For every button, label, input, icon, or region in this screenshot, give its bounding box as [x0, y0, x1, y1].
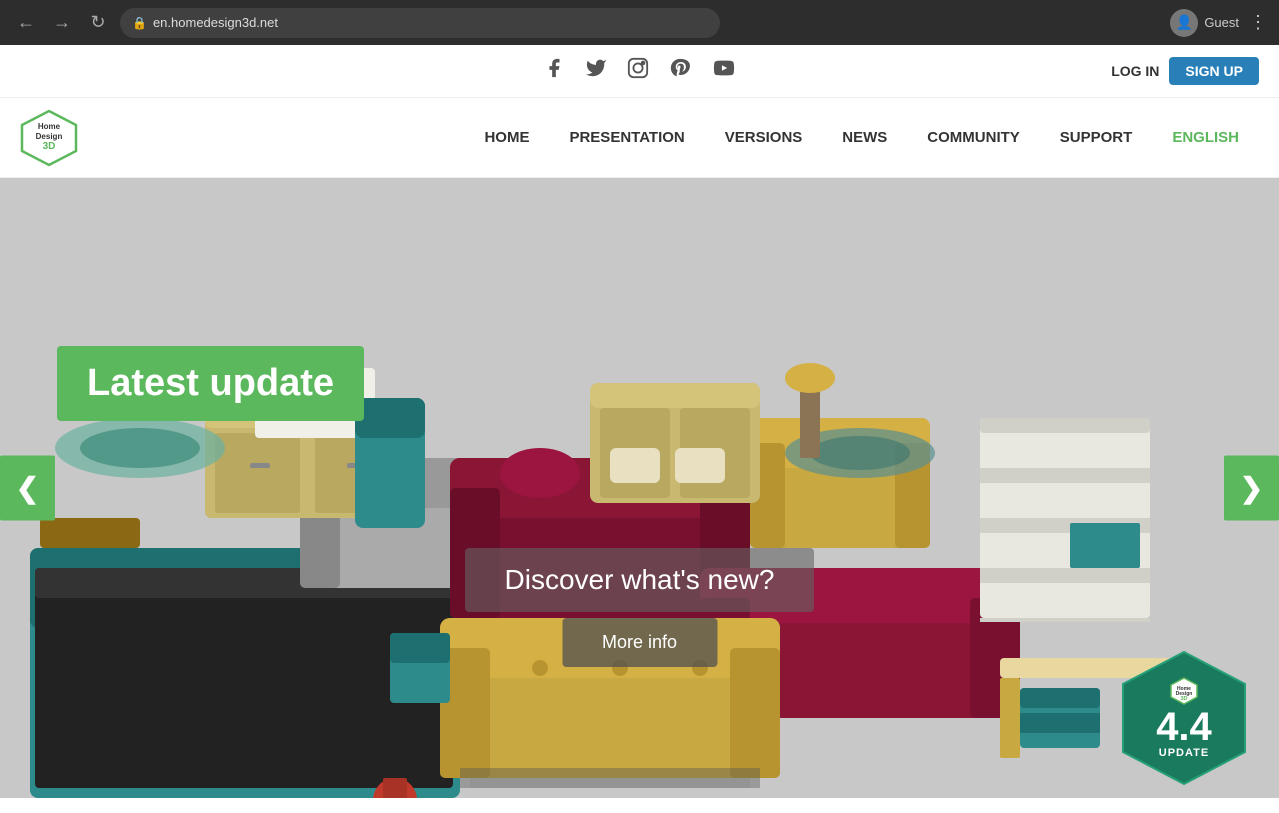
latest-update-badge: Latest update: [57, 346, 364, 421]
signup-button[interactable]: SIGN UP: [1169, 57, 1259, 85]
website-content: LOG IN SIGN UP Home Design 3D HOME PRESE…: [0, 45, 1279, 798]
nav-english[interactable]: ENGLISH: [1152, 98, 1259, 178]
address-bar[interactable]: 🔒 en.homedesign3d.net: [120, 8, 720, 38]
logo-link[interactable]: Home Design 3D: [20, 109, 78, 167]
browser-right-controls: 👤 Guest ⋮: [1170, 9, 1267, 37]
nav-versions[interactable]: VERSIONS: [705, 98, 823, 178]
user-account-button[interactable]: 👤 Guest: [1170, 9, 1239, 37]
back-button[interactable]: ←: [12, 9, 40, 37]
twitter-icon[interactable]: [585, 57, 607, 85]
user-avatar: 👤: [1170, 9, 1198, 37]
nav-support[interactable]: SUPPORT: [1040, 98, 1153, 178]
login-button[interactable]: LOG IN: [1111, 63, 1159, 79]
version-number: 4.4: [1156, 707, 1212, 747]
lock-icon: 🔒: [132, 16, 147, 30]
auth-buttons: LOG IN SIGN UP: [1111, 57, 1259, 85]
instagram-icon[interactable]: [627, 57, 649, 85]
username-label: Guest: [1204, 15, 1239, 30]
browser-menu-button[interactable]: ⋮: [1249, 12, 1267, 33]
discover-overlay: Discover what's new?: [465, 548, 815, 612]
forward-button[interactable]: →: [48, 9, 76, 37]
reload-button[interactable]: ↻: [84, 9, 112, 37]
logo-design: Design: [36, 132, 63, 142]
slider-prev-button[interactable]: ❮: [0, 456, 55, 521]
version-badge: Home Design 3D 4.4 UPDATE: [1119, 648, 1249, 788]
version-text: Home Design 3D 4.4 UPDATE: [1119, 648, 1249, 788]
nav-presentation[interactable]: PRESENTATION: [549, 98, 704, 178]
youtube-icon[interactable]: [711, 57, 737, 85]
nav-items: HOME PRESENTATION VERSIONS NEWS COMMUNIT…: [464, 98, 1259, 178]
logo-home: Home: [38, 122, 60, 132]
nav-community[interactable]: COMMUNITY: [907, 98, 1040, 178]
furniture-scene-bg: [0, 178, 1279, 798]
url-text: en.homedesign3d.net: [153, 15, 278, 30]
nav-home[interactable]: HOME: [464, 98, 549, 178]
logo-3d: 3D: [43, 141, 56, 153]
pinterest-icon[interactable]: [669, 57, 691, 85]
version-hex-shape: Home Design 3D 4.4 UPDATE: [1119, 648, 1249, 788]
nav-news[interactable]: NEWS: [822, 98, 907, 178]
facebook-icon[interactable]: [543, 57, 565, 85]
more-info-button[interactable]: More info: [562, 618, 717, 667]
hero-slider: Latest update Discover what's new? More …: [0, 178, 1279, 798]
svg-text:3D: 3D: [1180, 696, 1187, 702]
browser-toolbar: ← → ↻ 🔒 en.homedesign3d.net 👤 Guest ⋮: [0, 0, 1279, 45]
version-update-label: UPDATE: [1159, 747, 1209, 759]
main-navigation: Home Design 3D HOME PRESENTATION VERSION…: [0, 98, 1279, 178]
slider-next-button[interactable]: ❯: [1224, 456, 1279, 521]
social-bar: LOG IN SIGN UP: [0, 45, 1279, 98]
